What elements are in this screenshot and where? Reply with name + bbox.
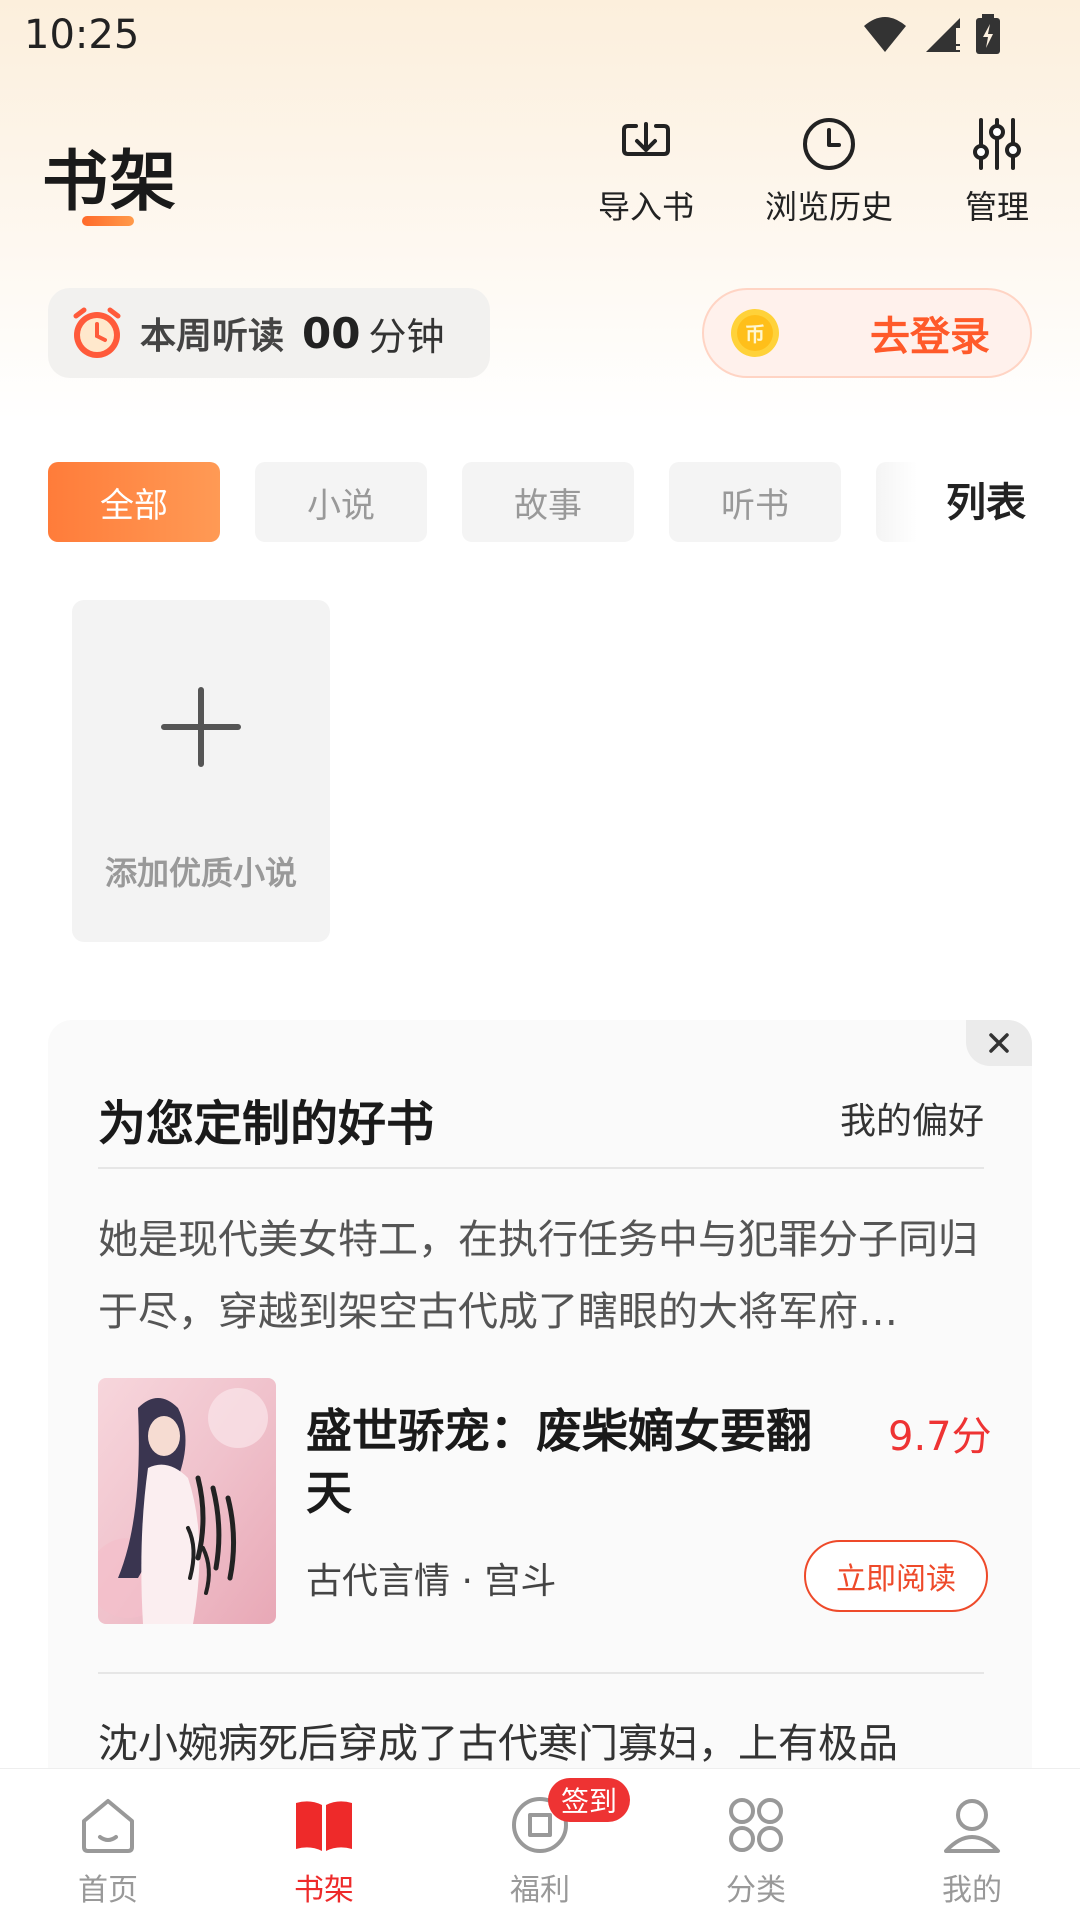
weekly-listen-unit: 分钟 bbox=[368, 314, 445, 359]
status-bar: 10:25 bbox=[0, 0, 1080, 72]
status-time: 10:25 bbox=[24, 12, 140, 58]
manage-label: 管理 bbox=[964, 188, 1029, 226]
nav-bookshelf-label: 书架 bbox=[294, 1873, 354, 1908]
book-description[interactable]: 她是现代美女特工，在执行任务中与犯罪分子同归于尽，穿越到架空古代成了瞎眼的大将军… bbox=[98, 1204, 988, 1348]
import-icon bbox=[622, 122, 670, 156]
import-book-label: 导入书 bbox=[597, 188, 694, 226]
login-button[interactable]: 币 去登录 bbox=[702, 288, 1032, 378]
weekly-listen-card[interactable]: 本周听读 00 分钟 bbox=[48, 288, 490, 378]
nav-category[interactable]: 分类 bbox=[648, 1769, 864, 1920]
close-recommendation-button[interactable] bbox=[966, 1020, 1032, 1066]
import-book-button[interactable]: 导入书 bbox=[571, 116, 721, 228]
browse-history-button[interactable]: 浏览历史 bbox=[754, 116, 904, 228]
alarm-clock-icon bbox=[73, 307, 121, 358]
home-icon bbox=[82, 1799, 134, 1853]
status-icons bbox=[862, 14, 1000, 54]
list-view-toggle[interactable]: 列表 bbox=[946, 470, 1026, 528]
plus-icon bbox=[161, 687, 241, 767]
book-title[interactable]: 盛世骄宠：废柴嫡女要翻天 bbox=[306, 1400, 846, 1524]
nav-profile[interactable]: 我的 bbox=[864, 1769, 1080, 1920]
title-underline bbox=[82, 216, 134, 226]
tab-novel[interactable]: 小说 bbox=[255, 462, 427, 542]
read-now-button[interactable]: 立即阅读 bbox=[804, 1540, 988, 1612]
book-cover-image bbox=[98, 1378, 276, 1624]
tab-all[interactable]: 全部 bbox=[48, 462, 220, 542]
divider bbox=[98, 1672, 984, 1674]
nav-home[interactable]: 首页 bbox=[0, 1769, 216, 1920]
my-preference-link[interactable]: 我的偏好 bbox=[840, 1092, 984, 1144]
wifi-icon bbox=[864, 17, 906, 52]
clock-icon bbox=[803, 118, 855, 170]
recommendation-title: 为您定制的好书 bbox=[98, 1096, 435, 1152]
tab-story[interactable]: 故事 bbox=[462, 462, 634, 542]
login-label: 去登录 bbox=[870, 314, 990, 360]
divider bbox=[98, 1167, 984, 1169]
bottom-nav: 首页 书架 福利 分类 我的 bbox=[0, 1768, 1080, 1920]
book-cover[interactable] bbox=[98, 1378, 276, 1624]
book-score: 9.7分 bbox=[888, 1414, 992, 1460]
signal-icon bbox=[926, 18, 960, 52]
tab-audiobook[interactable]: 听书 bbox=[669, 462, 841, 542]
battery-icon bbox=[976, 14, 1000, 54]
book-icon bbox=[296, 1801, 352, 1851]
svg-text:币: 币 bbox=[745, 322, 765, 346]
checkin-badge[interactable]: 签到 bbox=[548, 1778, 630, 1822]
add-book-card[interactable]: 添加优质小说 bbox=[72, 600, 330, 942]
nav-profile-label: 我的 bbox=[942, 1873, 1002, 1908]
coin-icon: 币 bbox=[731, 309, 779, 357]
user-icon bbox=[944, 1799, 1000, 1853]
grid-icon bbox=[729, 1798, 783, 1852]
browse-history-label: 浏览历史 bbox=[764, 188, 893, 226]
manage-button[interactable]: 管理 bbox=[922, 116, 1072, 228]
close-icon bbox=[989, 1033, 1009, 1053]
nav-welfare-label: 福利 bbox=[510, 1873, 570, 1908]
sliders-icon bbox=[973, 118, 1021, 170]
weekly-listen-label: 本周听读 bbox=[140, 316, 285, 357]
page-title: 书架 bbox=[42, 143, 178, 220]
nav-home-label: 首页 bbox=[78, 1873, 138, 1908]
nav-bookshelf[interactable]: 书架 bbox=[216, 1769, 432, 1920]
book-tags: 古代言情 · 宫斗 bbox=[306, 1561, 557, 1602]
add-book-label: 添加优质小说 bbox=[104, 854, 297, 892]
weekly-listen-minutes: 00 bbox=[302, 308, 361, 358]
nav-category-label: 分类 bbox=[726, 1873, 786, 1908]
